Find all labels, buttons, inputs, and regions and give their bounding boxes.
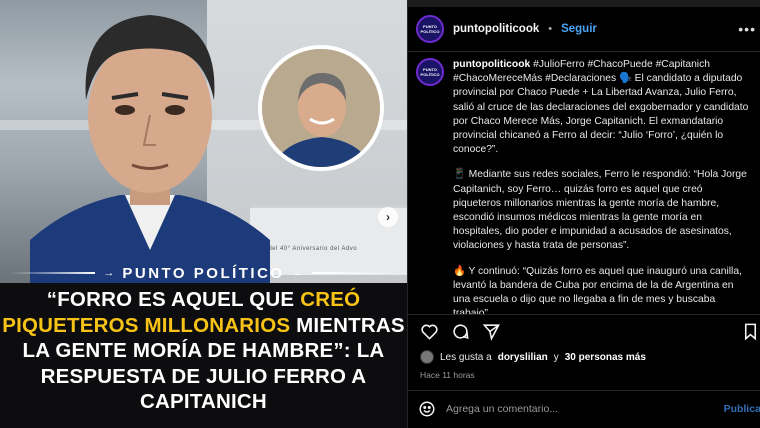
likes-summary: Les gusta a doryslilian y 30 personas má… (420, 350, 646, 364)
post-header: PUNTO POLÍTICO puntopoliticook • Seguir … (416, 14, 756, 44)
emoji-icon[interactable] (418, 400, 436, 418)
caption-area: PUNTO POLÍTICO puntopoliticook #JulioFer… (416, 58, 760, 314)
bookmark-icon[interactable] (741, 322, 760, 341)
share-icon[interactable] (482, 322, 501, 341)
publish-button[interactable]: Publicar (724, 403, 760, 415)
action-bar (420, 320, 760, 342)
inset-portrait (258, 45, 384, 171)
likes-count[interactable]: 30 personas más (565, 352, 646, 363)
arrow-right-icon: → (103, 267, 115, 279)
brand-bar: → PUNTO POLÍTICO ← (0, 262, 407, 284)
heart-icon[interactable] (420, 322, 439, 341)
liker-avatar[interactable] (420, 350, 434, 364)
caption-text: puntopoliticook #JulioFerro #ChacoPuede … (453, 59, 749, 314)
comment-icon[interactable] (451, 322, 470, 341)
post-headline: “FORRO ES AQUEL QUE CREÓ PIQUETEROS MILL… (2, 288, 405, 413)
man-portrait (30, 15, 270, 283)
liker-username[interactable]: doryslilian (498, 352, 548, 363)
post-panel: PUNTO POLÍTICO puntopoliticook • Seguir … (407, 0, 760, 428)
follow-button[interactable]: Seguir (561, 23, 597, 35)
post-image[interactable]: ral del 40° Aniversario del Advo › → PUN… (0, 0, 407, 428)
comment-row: Publicar (418, 398, 760, 420)
account-avatar[interactable]: PUNTO POLÍTICO (416, 15, 444, 43)
caption-username[interactable]: puntopoliticook (453, 59, 530, 70)
more-options-icon[interactable]: ••• (738, 21, 756, 37)
account-username[interactable]: puntopoliticook (453, 23, 539, 35)
post-timestamp: Hace 11 horas (420, 370, 475, 380)
caption-avatar[interactable]: PUNTO POLÍTICO (416, 58, 444, 86)
arrow-left-icon: ← (292, 267, 304, 279)
brand-name: PUNTO POLÍTICO (122, 264, 285, 282)
next-arrow-icon[interactable]: › (378, 207, 398, 227)
comment-input[interactable] (446, 403, 714, 415)
